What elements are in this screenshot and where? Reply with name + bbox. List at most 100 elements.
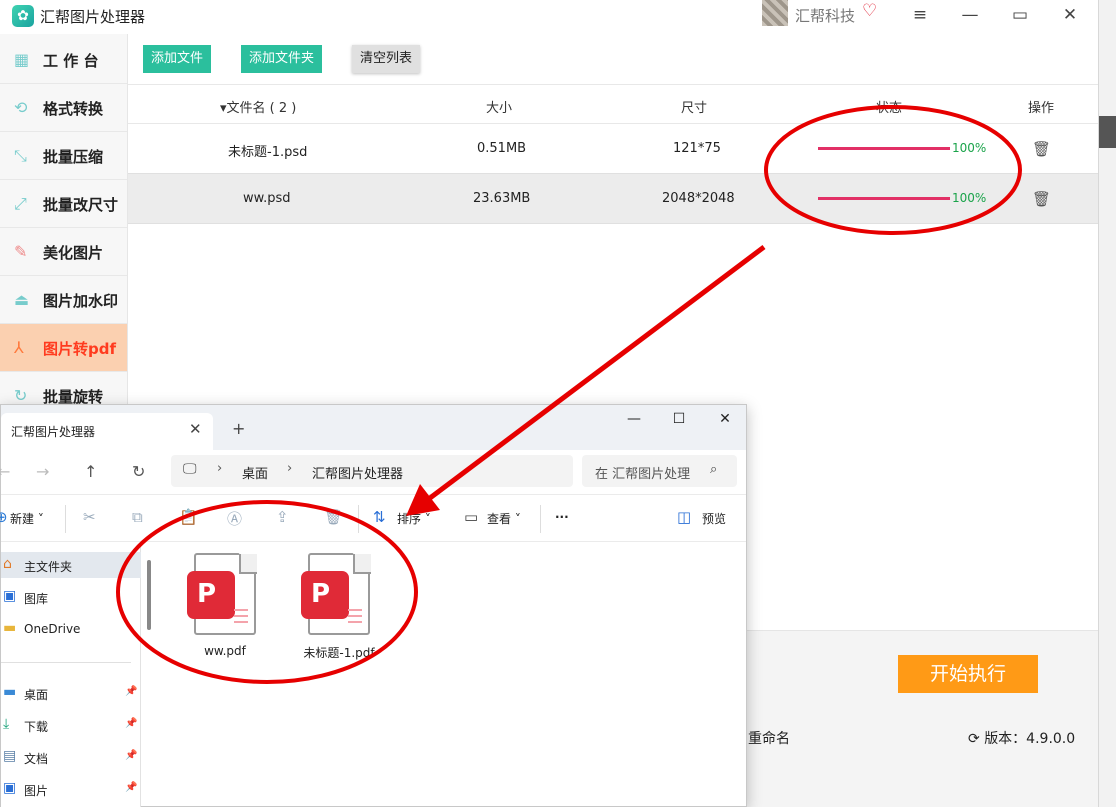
up-icon[interactable]: ↑ — [84, 462, 97, 481]
heart-logo-icon: ♡ — [862, 1, 878, 21]
pin-icon[interactable]: 📌 — [125, 686, 137, 697]
sidebar-item-compress[interactable]: ⤡ 批量压缩 — [0, 132, 127, 180]
menu-icon[interactable]: ≡ — [906, 4, 934, 26]
progress-bar — [818, 197, 950, 200]
sidebar-item-image-to-pdf[interactable]: ⅄ 图片转pdf — [0, 324, 127, 372]
delete-icon[interactable]: 🗑 — [324, 508, 343, 526]
grid-icon: ▦ — [14, 50, 30, 69]
chevron-right-icon: › — [217, 461, 223, 476]
new-button[interactable]: 新建 ˅ — [10, 510, 44, 527]
search-box[interactable]: 在 汇帮图片处理 ⌕ — [582, 455, 737, 487]
sort-button[interactable]: 排序 ˅ — [397, 510, 431, 527]
sidebar-item-label: 图片加水印 — [43, 292, 119, 310]
nav-item-pictures[interactable]: ▣ 图片 📌 — [1, 776, 141, 802]
add-folder-button[interactable]: 添加文件夹 — [241, 45, 323, 73]
back-icon[interactable]: ← — [0, 462, 10, 481]
sidebar-item-workbench[interactable]: ▦ 工 作 台 — [0, 36, 127, 84]
nav-item-label: 图片 — [24, 784, 49, 798]
sidebar-item-watermark[interactable]: ⏏ 图片加水印 — [0, 276, 127, 324]
start-button[interactable]: 开始执行 — [898, 655, 1038, 693]
progress-bar — [818, 147, 950, 150]
explorer-tab-bar: 汇帮图片处理器 ✕ + — ☐ ✕ — [1, 405, 746, 450]
nav-item-downloads[interactable]: ⤓ 下载 📌 — [1, 712, 141, 738]
add-file-button[interactable]: 添加文件 — [143, 45, 212, 73]
file-size: 0.51MB — [477, 141, 527, 156]
maximize-button[interactable]: ☐ — [664, 411, 694, 427]
maximize-button[interactable]: ▭ — [1006, 4, 1034, 26]
table-row[interactable]: ww.psd 23.63MB 2048*2048 100% 🗑 — [128, 174, 1098, 224]
clear-list-button[interactable]: 清空列表 — [352, 45, 421, 73]
command-bar: ⊕ 新建 ˅ ✂ ⧉ 📋 Ⓐ ⇪ 🗑 ⇅ 排序 ˅ ▭ 查看 ˅ ··· ◫ 预… — [0, 494, 746, 542]
view-button[interactable]: 查看 ˅ — [487, 510, 521, 527]
scrollbar[interactable] — [147, 560, 151, 630]
file-name: 未标题-1.pdf — [303, 646, 375, 660]
sidebar-item-label: 批量改尺寸 — [43, 196, 119, 214]
forward-icon[interactable]: → — [36, 462, 49, 481]
sidebar-item-format-convert[interactable]: ⟲ 格式转换 — [0, 84, 127, 132]
preview-button[interactable]: 预览 — [702, 510, 726, 527]
explorer-tab[interactable]: 汇帮图片处理器 ✕ — [1, 413, 213, 450]
refresh-icon[interactable]: ↻ — [132, 462, 145, 481]
view-icon: ▭ — [464, 508, 479, 526]
convert-icon: ⟲ — [14, 98, 28, 117]
rename-icon[interactable]: Ⓐ — [227, 508, 242, 529]
sidebar-item-beautify[interactable]: ✎ 美化图片 — [0, 228, 127, 276]
column-actions: 操作 — [1028, 101, 1055, 116]
minimize-button[interactable]: — — [956, 4, 984, 26]
beautify-icon: ✎ — [14, 242, 28, 261]
pdf-icon: ⅄ — [14, 338, 24, 357]
progress-text: 100% — [952, 141, 987, 155]
file-name: 未标题-1.psd — [228, 145, 308, 160]
picture-icon: ▣ — [3, 780, 17, 796]
home-icon: ⌂ — [3, 556, 12, 572]
desktop-icon: ▬ — [3, 684, 17, 700]
computer-icon: 🖵 — [183, 461, 197, 477]
sidebar-item-label: 格式转换 — [43, 100, 104, 118]
nav-item-documents[interactable]: ▤ 文档 📌 — [1, 744, 141, 770]
table-header: ▾文件名 ( 2 ) 大小 尺寸 状态 操作 — [128, 84, 1098, 124]
navigation-pane: ⌂ 主文件夹 ▣ 图库 ▬ OneDrive ▬ 桌面 📌 ⤓ 下载 📌 ▤ 文… — [1, 542, 141, 807]
nav-item-desktop[interactable]: ▬ 桌面 📌 — [1, 680, 141, 706]
background-window-element — [1099, 116, 1116, 148]
file-dimensions: 2048*2048 — [662, 191, 735, 206]
nav-item-label: 图库 — [24, 592, 49, 606]
sidebar-item-resize[interactable]: ⤢ 批量改尺寸 — [0, 180, 127, 228]
minimize-button[interactable]: — — [619, 411, 649, 427]
cut-icon[interactable]: ✂ — [83, 508, 96, 526]
column-status: 状态 — [876, 101, 903, 116]
share-icon[interactable]: ⇪ — [276, 508, 289, 526]
pin-icon[interactable]: 📌 — [125, 718, 137, 729]
close-tab-icon[interactable]: ✕ — [189, 420, 202, 438]
nav-item-gallery[interactable]: ▣ 图库 — [1, 584, 141, 610]
file-item-untitled-pdf[interactable]: P 未标题-1.pdf — [296, 553, 386, 663]
refresh-icon[interactable]: ⟳ — [968, 731, 980, 747]
app-logo-icon: ✿ — [12, 5, 34, 27]
sidebar-item-label: 工 作 台 — [43, 52, 99, 70]
more-button[interactable]: ··· — [555, 510, 569, 524]
breadcrumb-desktop[interactable]: 桌面 — [242, 463, 268, 482]
nav-item-label: 桌面 — [24, 688, 49, 702]
delete-icon[interactable]: 🗑 — [1032, 140, 1051, 158]
address-bar[interactable]: 🖵 › 桌面 › 汇帮图片处理器 — [171, 455, 573, 487]
avatar[interactable] — [762, 0, 788, 26]
table-row[interactable]: 未标题-1.psd 0.51MB 121*75 100% 🗑 — [128, 124, 1098, 174]
column-name[interactable]: ▾文件名 ( 2 ) — [220, 97, 296, 116]
close-button[interactable]: ✕ — [1056, 4, 1084, 26]
copy-icon[interactable]: ⧉ — [132, 508, 143, 526]
pin-icon[interactable]: 📌 — [125, 782, 137, 793]
paste-icon[interactable]: 📋 — [179, 508, 198, 526]
sort-icon: ⇅ — [373, 508, 386, 526]
new-icon: ⊕ — [0, 508, 8, 526]
explorer-tab-title: 汇帮图片处理器 — [11, 425, 96, 439]
breadcrumb-folder[interactable]: 汇帮图片处理器 — [312, 463, 403, 482]
file-item-ww-pdf[interactable]: P ww.pdf — [182, 553, 272, 663]
nav-item-home[interactable]: ⌂ 主文件夹 — [1, 552, 141, 578]
sidebar: ▦ 工 作 台 ⟲ 格式转换 ⤡ 批量压缩 ⤢ 批量改尺寸 ✎ 美化图片 ⏏ 图… — [0, 34, 128, 420]
delete-icon[interactable]: 🗑 — [1032, 190, 1051, 208]
pin-icon[interactable]: 📌 — [125, 750, 137, 761]
close-button[interactable]: ✕ — [710, 411, 740, 427]
nav-item-onedrive[interactable]: ▬ OneDrive — [1, 616, 141, 642]
title-bar: ✿ 汇帮图片处理器 汇帮科技 ♡ ≡ — ▭ ✕ — [0, 0, 1098, 34]
rotate-icon: ↻ — [14, 386, 28, 405]
new-tab-icon[interactable]: + — [232, 419, 245, 438]
